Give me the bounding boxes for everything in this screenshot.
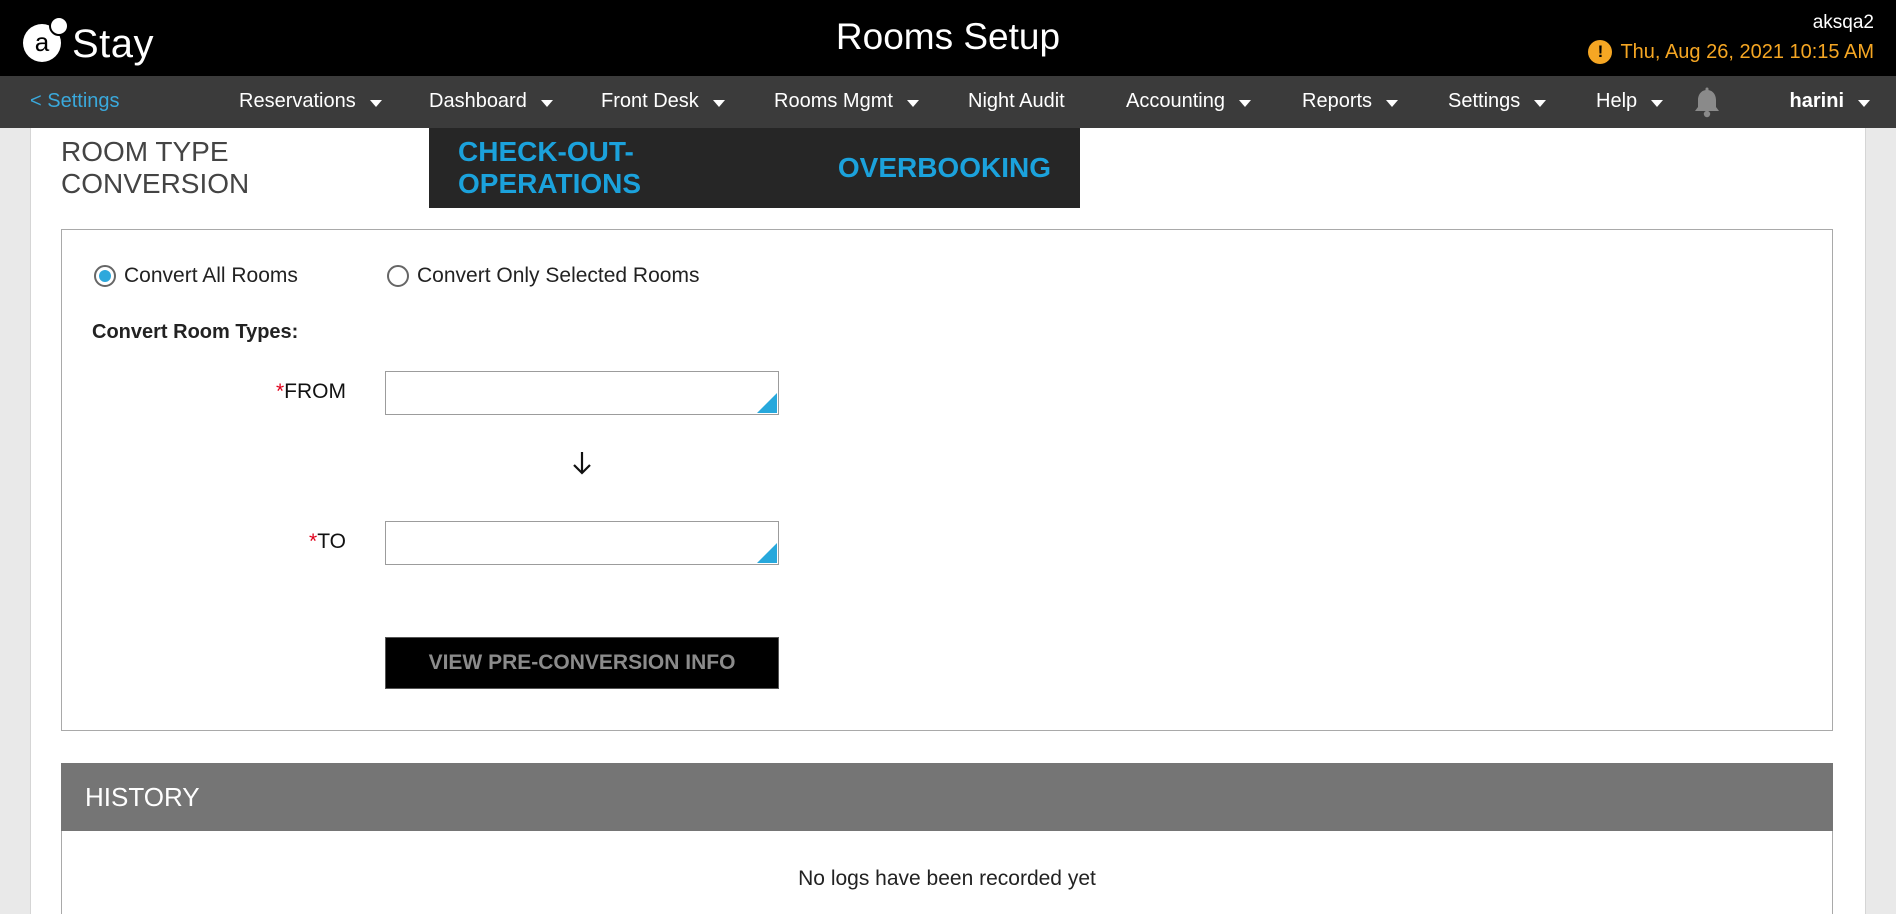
nav-label: Dashboard [429, 90, 527, 112]
nav-night-audit[interactable]: Night Audit [968, 90, 1065, 113]
astay-logo-icon: a [23, 17, 68, 62]
radio-label: Convert All Rooms [124, 264, 298, 287]
required-marker: * [275, 380, 285, 403]
history-header: HISTORY [61, 763, 1833, 831]
logo-text: Stay [72, 21, 155, 66]
caret-down-icon [1858, 99, 1870, 107]
app-logo[interactable]: a Stay [22, 10, 154, 70]
caret-down-icon [712, 99, 725, 107]
history-panel: No logs have been recorded yet [61, 831, 1833, 914]
nav-help[interactable]: Help [1596, 90, 1664, 113]
main-nav: < Settings Reservations Dashboard Front … [0, 76, 1896, 128]
business-datetime: ! Thu, Aug 26, 2021 10:15 AM [1588, 40, 1874, 64]
from-label-text: FROM [284, 380, 346, 403]
section-label: Convert Room Types: [92, 321, 299, 343]
nav-settings[interactable]: Settings [1448, 90, 1547, 113]
user-name-label: harini [1789, 90, 1844, 112]
required-marker: * [309, 530, 318, 553]
caret-down-icon [1238, 99, 1251, 107]
from-room-type-select[interactable] [385, 371, 779, 415]
main-content: ROOM TYPE CONVERSION CHECK-OUT-OPERATION… [30, 128, 1866, 914]
tab-strip: CHECK-OUT-OPERATIONS OVERBOOKING [429, 128, 1080, 208]
conversion-form: Convert All Rooms Convert Only Selected … [61, 229, 1833, 731]
tab-overbooking[interactable]: OVERBOOKING [809, 128, 1080, 208]
arrow-down-icon [573, 452, 591, 475]
tab-room-type-conversion[interactable]: ROOM TYPE CONVERSION [31, 128, 429, 208]
caret-down-icon [1534, 99, 1547, 107]
nav-label: Front Desk [601, 90, 699, 112]
dropdown-corner-icon [757, 393, 777, 413]
nav-dashboard[interactable]: Dashboard [429, 90, 553, 113]
svg-text:a: a [35, 27, 50, 57]
history-empty-message: No logs have been recorded yet [798, 867, 1096, 890]
nav-rooms-mgmt[interactable]: Rooms Mgmt [774, 90, 919, 113]
to-label: *TO [226, 530, 346, 554]
dropdown-corner-icon [757, 543, 777, 563]
app-header: a Stay Rooms Setup aksqa2 ! Thu, Aug 26,… [0, 0, 1896, 76]
nav-label: Help [1596, 90, 1638, 112]
user-menu[interactable]: harini [1790, 90, 1870, 113]
datetime-text: Thu, Aug 26, 2021 10:15 AM [1620, 40, 1874, 63]
caret-down-icon [369, 99, 382, 107]
exclamation-circle-icon[interactable]: ! [1588, 40, 1613, 64]
nav-label: Accounting [1126, 90, 1225, 112]
caret-down-icon [1386, 99, 1399, 107]
nav-label: Reports [1302, 90, 1373, 112]
nav-label: Reservations [239, 90, 356, 112]
tab-bar: ROOM TYPE CONVERSION CHECK-OUT-OPERATION… [31, 128, 1080, 208]
radio-convert-selected-rooms[interactable]: Convert Only Selected Rooms [387, 264, 699, 288]
radio-convert-all-rooms[interactable]: Convert All Rooms [94, 264, 298, 288]
nav-label: Night Audit [968, 90, 1065, 112]
back-to-settings-link[interactable]: < Settings [30, 90, 120, 113]
nav-accounting[interactable]: Accounting [1126, 90, 1251, 113]
view-pre-conversion-info-button[interactable]: VIEW PRE-CONVERSION INFO [385, 637, 779, 689]
property-code: aksqa2 [1812, 12, 1874, 33]
to-label-text: TO [317, 530, 346, 553]
nav-label: Settings [1448, 90, 1521, 112]
caret-down-icon [906, 99, 919, 107]
bell-icon[interactable] [1690, 86, 1724, 120]
from-label: *FROM [226, 380, 346, 404]
to-room-type-select[interactable] [385, 521, 779, 565]
nav-reports[interactable]: Reports [1302, 90, 1399, 113]
nav-reservations[interactable]: Reservations [239, 90, 382, 113]
nav-label: Rooms Mgmt [774, 90, 893, 112]
caret-down-icon [540, 99, 553, 107]
tab-check-out-operations[interactable]: CHECK-OUT-OPERATIONS [429, 128, 809, 208]
caret-down-icon [1651, 99, 1664, 107]
nav-front-desk[interactable]: Front Desk [601, 90, 725, 113]
radio-checked-icon[interactable] [94, 265, 116, 287]
radio-label: Convert Only Selected Rooms [417, 264, 700, 287]
radio-unchecked-icon[interactable] [387, 265, 409, 287]
